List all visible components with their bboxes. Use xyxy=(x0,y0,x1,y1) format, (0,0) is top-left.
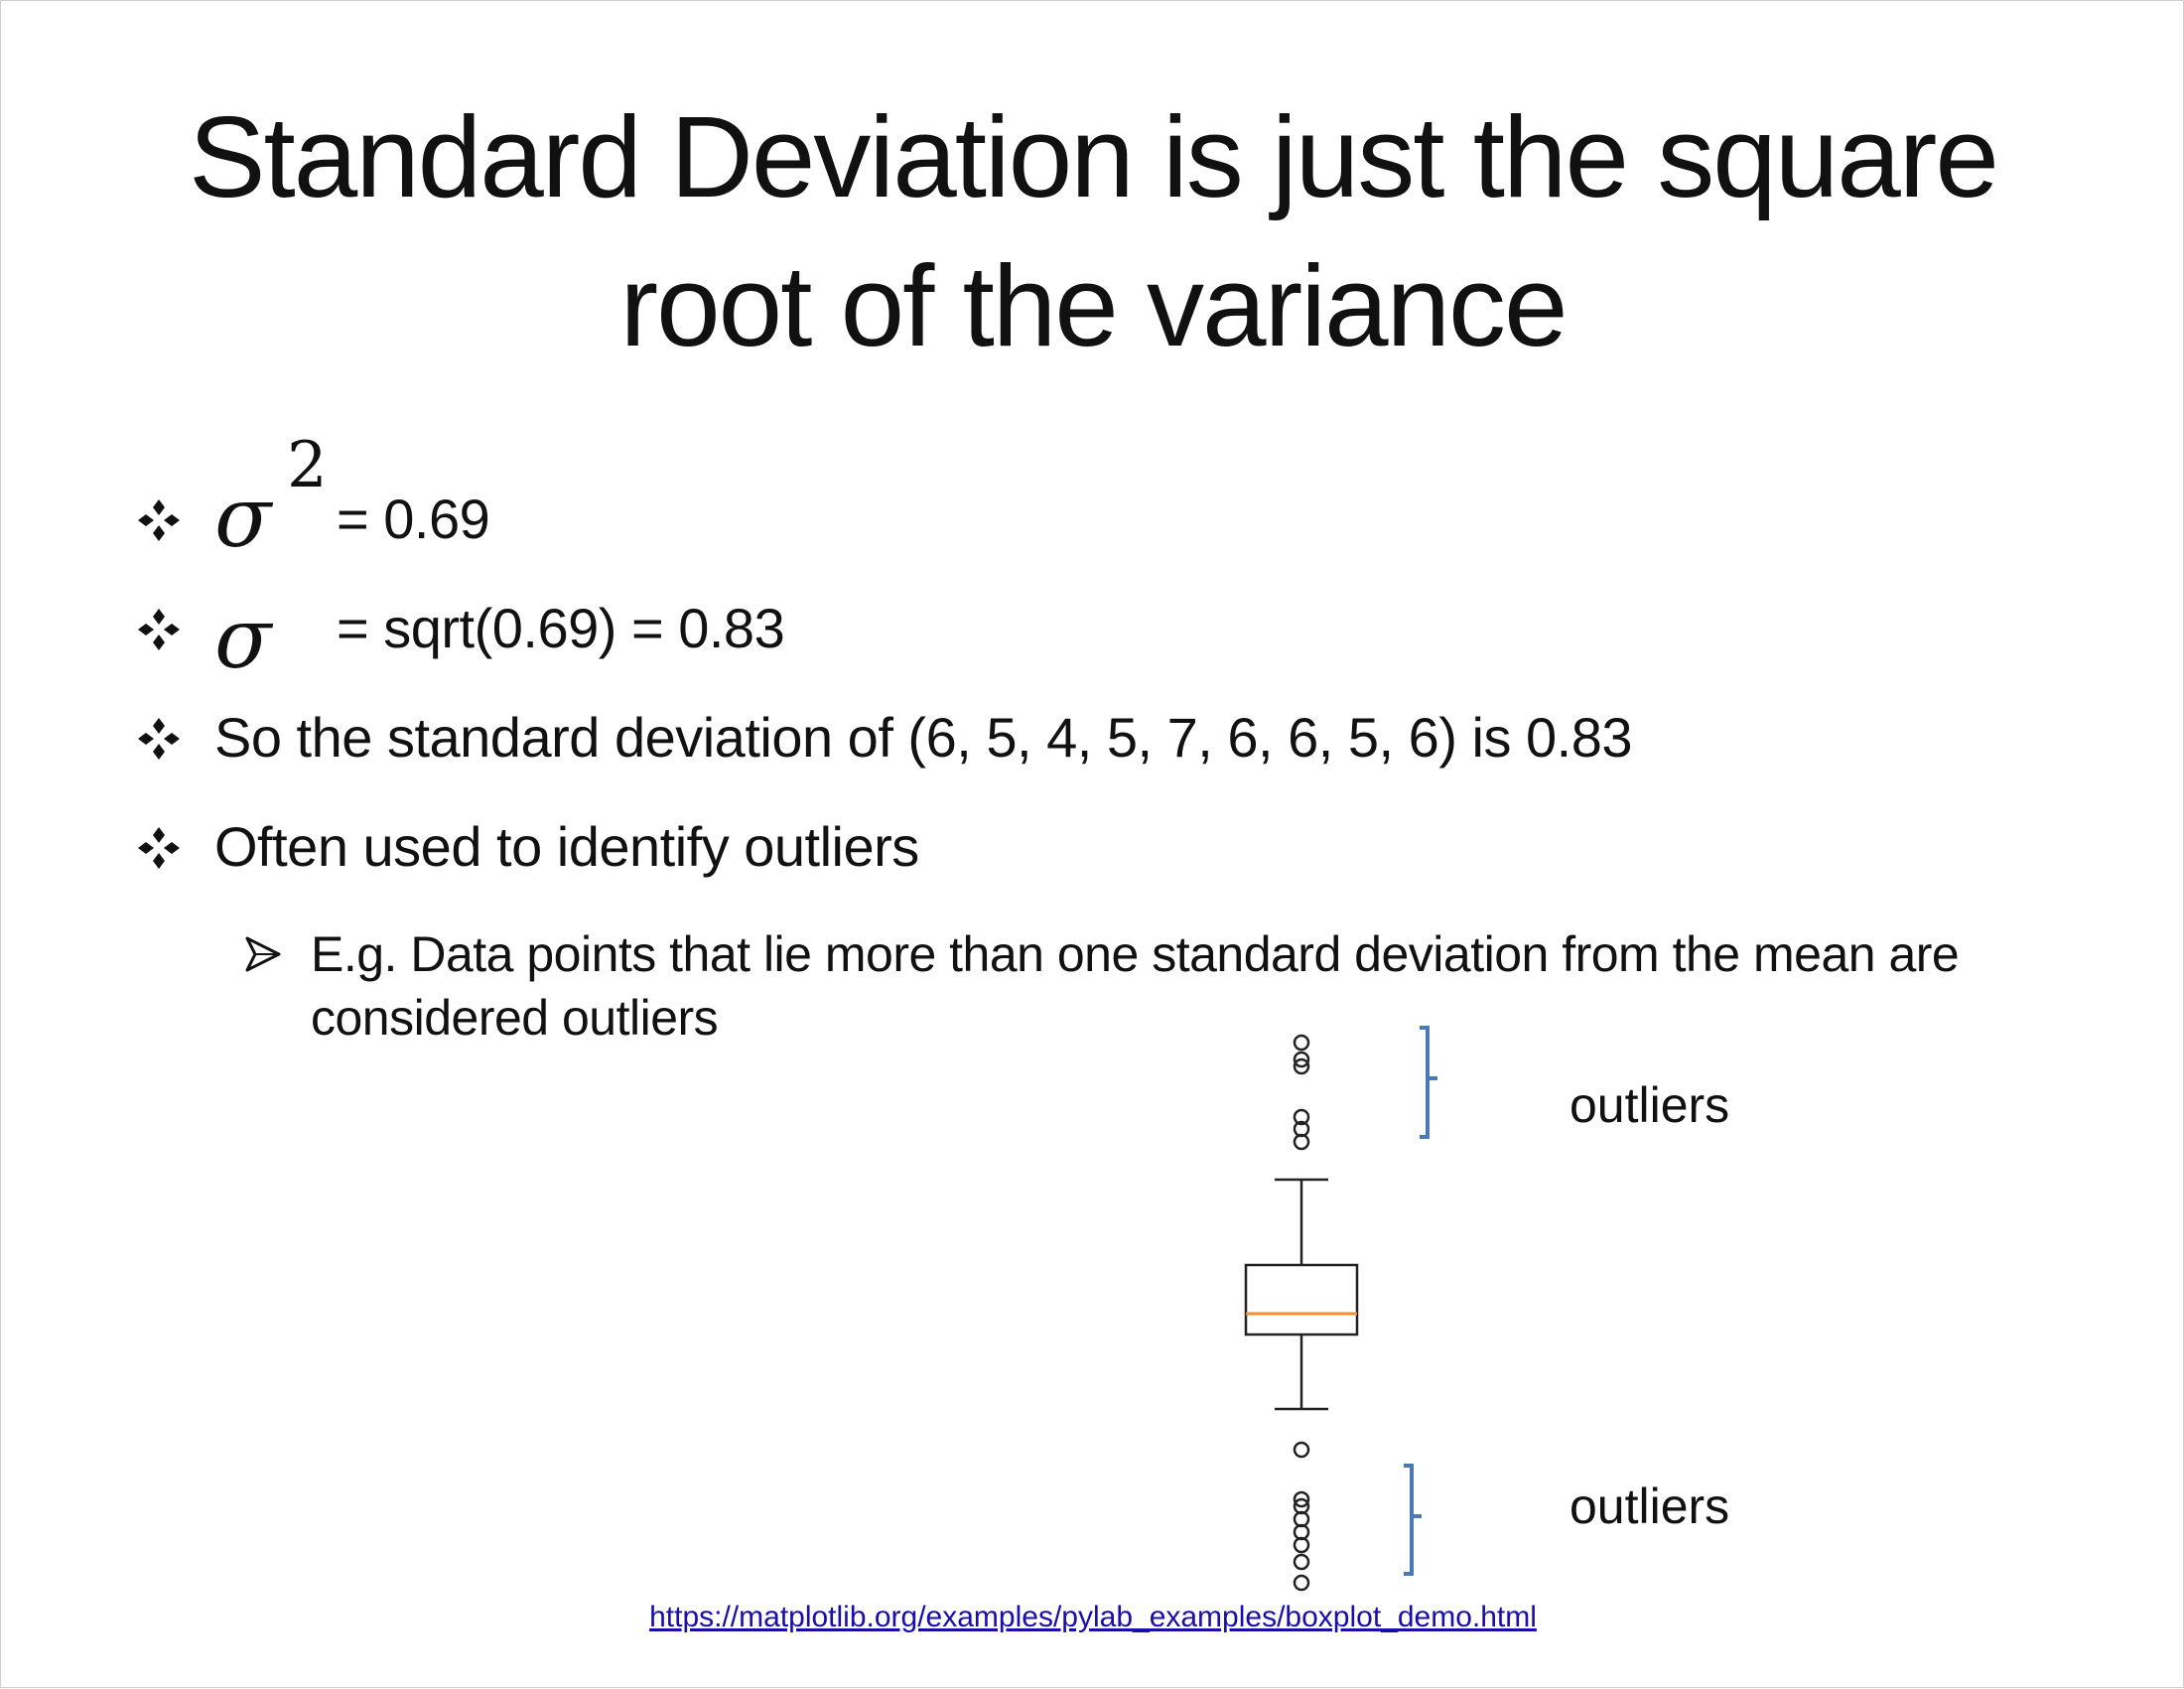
outlier-point xyxy=(1293,1553,1310,1571)
outlier-point xyxy=(1293,1441,1310,1459)
source-link[interactable]: https://matplotlib.org/examples/pylab_ex… xyxy=(1,1600,2184,1635)
outlier-point xyxy=(1293,1034,1310,1052)
lower-outliers-label: outliers xyxy=(1570,1478,1730,1534)
lower-outlier-points xyxy=(1293,1441,1310,1592)
boxplot-figure xyxy=(1244,1026,1437,1592)
upper-outliers-label: outliers xyxy=(1570,1077,1730,1133)
slide: Standard Deviation is just the square ro… xyxy=(0,0,2184,1688)
box-iqr xyxy=(1244,1263,1359,1337)
upper-outlier-points xyxy=(1293,1034,1310,1151)
upper-bracket xyxy=(1420,1026,1437,1139)
outlier-point xyxy=(1293,1574,1310,1592)
lower-bracket xyxy=(1404,1464,1422,1576)
